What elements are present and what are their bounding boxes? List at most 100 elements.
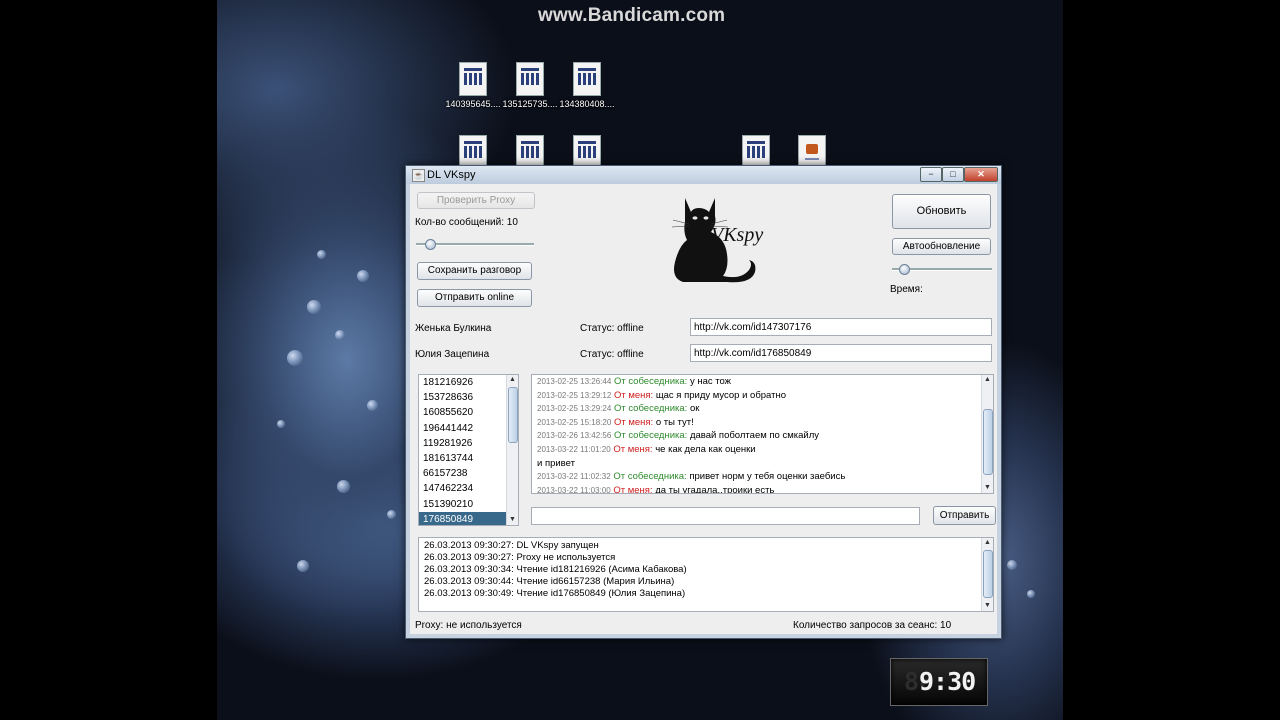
refresh-button[interactable]: Обновить <box>892 194 991 229</box>
window-client-area: Проверить Proxy Кол-во сообщений: 10 Сох… <box>410 184 997 634</box>
id-list-item[interactable]: 153728636 <box>419 390 518 405</box>
chat-message: 2013-03-22 11:02:32 От собеседника: прив… <box>532 470 993 484</box>
id-list-item[interactable]: 181613744 <box>419 451 518 466</box>
water-drop <box>337 480 350 493</box>
id-list[interactable]: 181216926 153728636 160855620 196441442 1192… <box>418 374 519 526</box>
time-slider[interactable] <box>892 264 992 275</box>
check-proxy-button[interactable]: Проверить Proxy <box>417 192 535 209</box>
id-list-items: 181216926 153728636 160855620 196441442 1192… <box>419 375 518 525</box>
water-drop <box>297 560 309 572</box>
message-sender: От меня: <box>613 484 653 494</box>
id-list-item[interactable]: 66157238 <box>419 466 518 481</box>
slider-thumb[interactable] <box>899 264 910 275</box>
message-timestamp: 2013-02-26 13:42:56 <box>537 431 612 441</box>
message-text: ок <box>689 403 700 415</box>
java-icon: ☕ <box>412 169 425 182</box>
water-drop <box>1027 590 1035 598</box>
message-sender: От собеседника: <box>613 471 687 483</box>
scroll-down-arrow-icon[interactable]: ▼ <box>507 515 518 525</box>
user-url-field[interactable]: http://vk.com/id176850849 <box>690 344 992 362</box>
message-timestamp: 2013-03-22 11:01:20 <box>537 444 611 454</box>
desktop-file-label: 135125735.... <box>502 99 558 109</box>
desktop-file-icon[interactable]: 135125735.... <box>499 62 561 109</box>
send-button[interactable]: Отправить <box>933 506 996 525</box>
water-drop <box>335 330 345 340</box>
log-scrollbar[interactable]: ▲ ▼ <box>981 538 993 611</box>
scroll-down-arrow-icon[interactable]: ▼ <box>982 601 993 611</box>
user-url-field[interactable]: http://vk.com/id147307176 <box>690 318 992 336</box>
scroll-thumb[interactable] <box>983 409 993 475</box>
close-button[interactable]: ✕ <box>964 167 998 182</box>
desktop-file-icon[interactable]: 140395645.... <box>442 62 504 109</box>
bandicam-watermark: www.Bandicam.com <box>538 5 726 26</box>
message-count-slider[interactable] <box>416 239 534 250</box>
user-status: Статус: offline <box>580 349 644 360</box>
chat-history[interactable]: 2013-02-25 13:26:44 От собеседника: у на… <box>531 374 994 494</box>
scroll-down-arrow-icon[interactable]: ▼ <box>982 483 993 493</box>
scroll-up-arrow-icon[interactable]: ▲ <box>507 375 518 385</box>
message-count-label: Кол-во сообщений: 10 <box>415 217 518 228</box>
chat-message: 2013-02-26 13:42:56 От собеседника: дава… <box>532 429 993 443</box>
message-timestamp: 2013-02-25 15:18:20 <box>537 417 612 427</box>
scroll-thumb[interactable] <box>983 550 993 598</box>
message-text: да ты угадала..троики есть <box>655 484 775 494</box>
chat-message: и привет <box>532 457 993 471</box>
log-line: 26.03.2013 09:30:27: DL VKspy запущен <box>424 540 599 551</box>
log-line: 26.03.2013 09:30:34: Чтение id181216926 … <box>424 564 687 575</box>
message-text: давай поболтаем по смкайлу <box>689 430 819 442</box>
event-log[interactable]: 26.03.2013 09:30:27: DL VKspy запущен 26.… <box>418 537 994 612</box>
window-title: DL VKspy <box>427 169 476 181</box>
id-list-item[interactable]: 160855620 <box>419 405 518 420</box>
desktop-file-label: 134380408.... <box>559 99 615 109</box>
message-timestamp: 2013-03-22 11:02:32 <box>537 472 611 482</box>
message-text: у нас тож <box>689 376 732 387</box>
water-drop <box>1007 560 1017 570</box>
desktop-file-label: 140395645.... <box>445 99 501 109</box>
chat-message: 2013-02-25 13:26:44 От собеседника: у на… <box>532 375 993 389</box>
auto-refresh-button[interactable]: Автообновление <box>892 238 991 255</box>
log-line: 26.03.2013 09:30:27: Proxy не использует… <box>424 552 616 563</box>
proxy-status: Proxy: не используется <box>415 620 522 631</box>
message-timestamp: 2013-03-22 11:03:00 <box>537 485 611 494</box>
window-titlebar[interactable]: ☕ DL VKspy − □ ✕ <box>406 166 1001 184</box>
event-log-lines: 26.03.2013 09:30:27: DL VKspy запущен 26.… <box>419 538 993 600</box>
id-list-scrollbar[interactable]: ▲ ▼ <box>506 375 518 525</box>
logo-text: VKspy <box>711 224 764 246</box>
message-sender: От собеседника: <box>613 403 688 415</box>
document-icon <box>742 135 770 169</box>
message-timestamp: 2013-02-25 13:29:12 <box>537 390 612 400</box>
id-list-item[interactable]: 196441442 <box>419 421 518 436</box>
id-list-item[interactable]: 176850849 <box>419 511 518 525</box>
message-sender: От собеседника: <box>613 430 688 442</box>
desktop-file-icon[interactable]: 134380408.... <box>556 62 618 109</box>
send-online-button[interactable]: Отправить online <box>417 289 532 307</box>
document-icon <box>516 135 544 169</box>
chat-message: 2013-03-22 11:01:20 От меня: че как дела… <box>532 443 993 457</box>
id-list-item[interactable]: 119281926 <box>419 436 518 451</box>
java-file-icon <box>798 135 826 169</box>
message-text: и привет <box>537 457 575 469</box>
id-list-item[interactable]: 151390210 <box>419 497 518 512</box>
id-list-item[interactable]: 147462234 <box>419 481 518 496</box>
cat-logo: VKspy <box>665 188 765 286</box>
scroll-up-arrow-icon[interactable]: ▲ <box>982 538 993 548</box>
save-conversation-button[interactable]: Сохранить разговор <box>417 262 532 280</box>
scroll-up-arrow-icon[interactable]: ▲ <box>982 375 993 385</box>
message-text: щас я приду мусор и обратно <box>655 389 787 401</box>
message-input[interactable] <box>531 507 920 525</box>
slider-thumb[interactable] <box>425 239 436 250</box>
user-status: Статус: offline <box>580 323 644 334</box>
document-icon <box>459 135 487 169</box>
log-line: 26.03.2013 09:30:44: Чтение id66157238 (… <box>424 576 675 587</box>
message-sender: От собеседника: <box>613 376 688 387</box>
water-drop <box>287 350 303 366</box>
message-sender: От меня: <box>613 443 653 455</box>
id-list-item[interactable]: 181216926 <box>419 375 518 390</box>
maximize-button[interactable]: □ <box>942 167 964 182</box>
message-sender: От меня: <box>613 416 654 428</box>
message-text: че как дела как оценки <box>655 443 756 455</box>
scroll-thumb[interactable] <box>508 387 518 443</box>
chat-scrollbar[interactable]: ▲ ▼ <box>981 375 993 493</box>
water-drop <box>357 270 369 282</box>
minimize-button[interactable]: − <box>920 167 942 182</box>
